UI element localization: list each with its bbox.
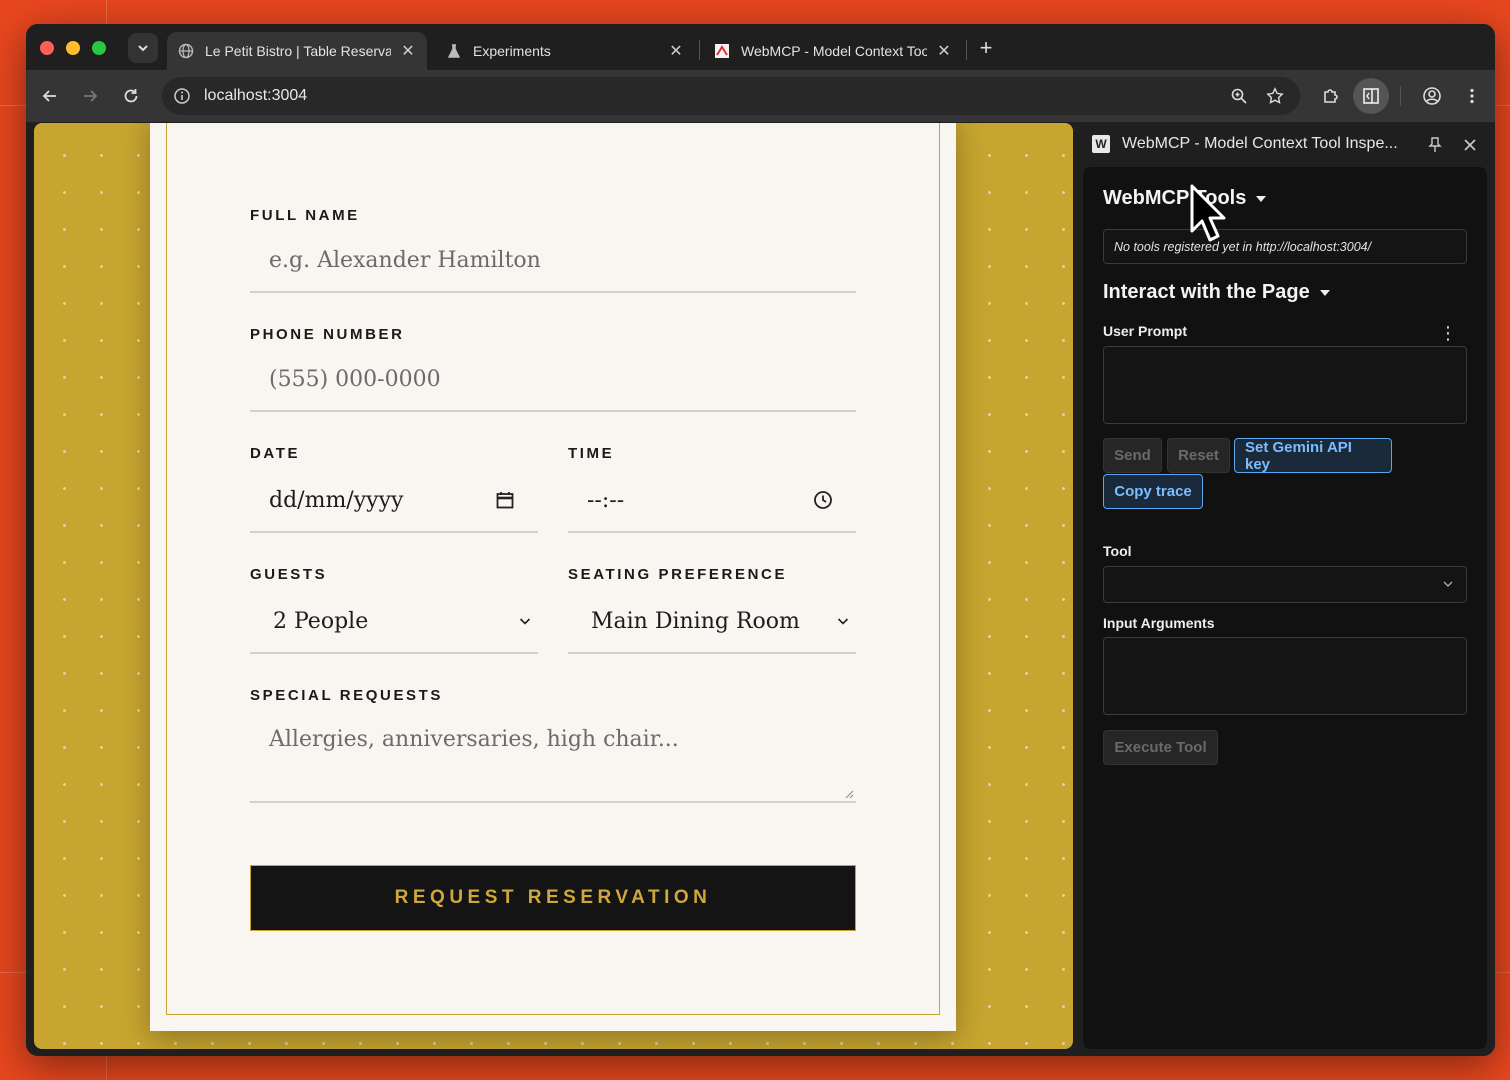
tab-title: Experiments (473, 43, 551, 59)
reservation-card: FULL NAME e.g. Alexander Hamilton PHONE … (150, 123, 956, 1031)
input-arguments-textarea[interactable] (1103, 637, 1467, 715)
tab-separator (699, 40, 700, 60)
back-button[interactable] (36, 82, 64, 110)
reload-button[interactable] (117, 82, 145, 110)
requests-textarea[interactable]: Allergies, anniversaries, high chair... (250, 711, 856, 803)
full-name-placeholder: e.g. Alexander Hamilton (269, 247, 541, 273)
tool-label: Tool (1103, 543, 1132, 559)
caret-down-icon (1256, 195, 1267, 202)
phone-label: PHONE NUMBER (250, 326, 405, 343)
prompt-options-icon[interactable]: ⋮ (1439, 323, 1457, 344)
tab-strip: Le Petit Bistro | Table Reservation ✕ Ex… (26, 24, 1495, 70)
date-placeholder: dd/mm/yyyy (269, 487, 404, 513)
send-button[interactable]: Send (1103, 438, 1162, 473)
tab-bistro[interactable]: Le Petit Bistro | Table Reservation ✕ (167, 32, 427, 70)
new-tab-button[interactable]: + (974, 35, 998, 60)
clock-icon[interactable] (812, 489, 834, 511)
tab-title: WebMCP - Model Context Tool Inspector (741, 43, 927, 59)
webmcp-logo: W (1092, 135, 1110, 153)
maximize-window-button[interactable] (92, 41, 106, 55)
caret-down-icon (1319, 289, 1330, 296)
time-placeholder: --:-- (587, 487, 625, 513)
tab-search-button[interactable] (128, 33, 158, 63)
copy-trace-button[interactable]: Copy trace (1103, 474, 1203, 509)
guests-label: GUESTS (250, 566, 328, 583)
calendar-icon[interactable] (494, 489, 516, 511)
phone-placeholder: (555) 000-0000 (269, 366, 441, 392)
chevron-down-icon (1442, 577, 1454, 595)
profile-icon (1423, 87, 1441, 105)
interact-heading-text: Interact with the Page (1103, 281, 1310, 303)
seating-label: SEATING PREFERENCE (568, 566, 788, 583)
execute-tool-button[interactable]: Execute Tool (1103, 730, 1218, 765)
tab-experiments[interactable]: Experiments ✕ (435, 32, 695, 70)
side-panel-button[interactable] (1353, 78, 1389, 114)
full-name-label: FULL NAME (250, 207, 360, 224)
requests-placeholder: Allergies, anniversaries, high chair... (269, 727, 679, 752)
user-prompt-textarea[interactable] (1103, 346, 1467, 424)
tool-select[interactable] (1103, 566, 1467, 603)
browser-window: Le Petit Bistro | Table Reservation ✕ Ex… (26, 24, 1495, 1056)
request-reservation-button[interactable]: REQUEST RESERVATION (250, 865, 856, 931)
seating-value: Main Dining Room (591, 608, 800, 634)
extensions-button[interactable] (1317, 82, 1345, 110)
time-label: TIME (568, 445, 615, 462)
resize-grip-icon[interactable] (844, 789, 854, 799)
webmcp-tools-heading[interactable]: WebMCP Tools (1103, 187, 1267, 210)
chevron-down-icon (832, 610, 854, 632)
flask-icon (445, 42, 463, 60)
webmcp-favicon (713, 42, 731, 60)
close-window-button[interactable] (40, 41, 54, 55)
star-icon[interactable] (1264, 85, 1286, 107)
tab-webmcp[interactable]: WebMCP - Model Context Tool Inspector ✕ (703, 32, 963, 70)
guests-select[interactable]: 2 People (250, 590, 538, 654)
user-prompt-label: User Prompt (1103, 323, 1188, 339)
minimize-window-button[interactable] (66, 41, 80, 55)
address-bar[interactable]: localhost:3004 (162, 77, 1300, 115)
menu-button[interactable] (1458, 82, 1486, 110)
pin-icon[interactable] (1425, 135, 1445, 155)
toolbar-separator (1400, 86, 1401, 106)
toolbar: localhost:3004 (26, 70, 1495, 122)
globe-icon (177, 42, 195, 60)
chevron-down-icon (514, 610, 536, 632)
date-label: DATE (250, 445, 301, 462)
mouse-cursor-icon (1190, 184, 1226, 242)
arrow-right-icon (84, 90, 98, 102)
date-input[interactable]: dd/mm/yyyy (250, 469, 538, 533)
url-text: localhost:3004 (204, 87, 308, 104)
close-icon[interactable]: ✕ (667, 42, 685, 60)
phone-input[interactable]: (555) 000-0000 (250, 348, 856, 412)
guests-value: 2 People (273, 608, 369, 634)
chevron-down-icon (138, 45, 148, 52)
side-panel-icon (1363, 88, 1379, 104)
tab-title: Le Petit Bistro | Table Reservation (205, 43, 391, 59)
puzzle-icon (1324, 89, 1338, 103)
reset-button[interactable]: Reset (1167, 438, 1230, 473)
arrow-left-icon (42, 90, 56, 102)
reload-icon (124, 89, 138, 103)
interact-heading[interactable]: Interact with the Page (1103, 281, 1330, 304)
time-input[interactable]: --:-- (568, 469, 856, 533)
side-panel-body: WebMCP Tools No tools registered yet in … (1083, 167, 1487, 1049)
close-icon[interactable]: ✕ (935, 42, 953, 60)
input-arguments-label: Input Arguments (1103, 615, 1215, 631)
forward-button[interactable] (76, 82, 104, 110)
close-icon[interactable] (1460, 135, 1480, 155)
profile-button[interactable] (1418, 82, 1446, 110)
zoom-icon[interactable] (1228, 85, 1250, 107)
info-icon[interactable] (172, 86, 192, 106)
tools-status: No tools registered yet in http://localh… (1103, 229, 1467, 264)
close-icon[interactable]: ✕ (399, 42, 417, 60)
kebab-menu-icon (1470, 88, 1474, 104)
requests-label: SPECIAL REQUESTS (250, 687, 444, 704)
full-name-input[interactable]: e.g. Alexander Hamilton (250, 229, 856, 293)
set-gemini-api-key-button[interactable]: Set Gemini API key (1234, 438, 1392, 473)
side-panel-header: W WebMCP - Model Context Tool Inspe... (1083, 123, 1495, 167)
side-panel-title: WebMCP - Model Context Tool Inspe... (1122, 135, 1398, 152)
seating-select[interactable]: Main Dining Room (568, 590, 856, 654)
side-panel: W WebMCP - Model Context Tool Inspe... W… (1083, 123, 1495, 1056)
tab-separator (966, 40, 967, 60)
page-viewport: FULL NAME e.g. Alexander Hamilton PHONE … (34, 123, 1073, 1049)
